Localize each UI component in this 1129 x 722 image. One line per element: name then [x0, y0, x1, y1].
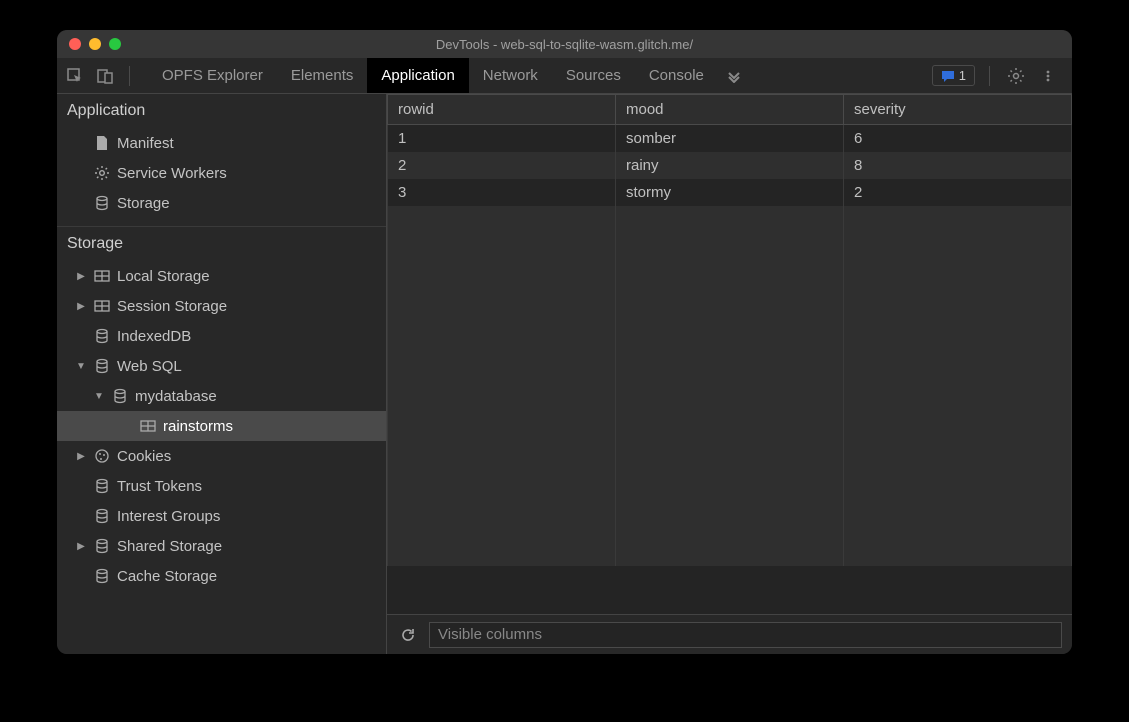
tab-sources[interactable]: Sources — [552, 58, 635, 93]
disclosure-triangle-icon[interactable]: ▶ — [75, 450, 87, 462]
message-icon — [941, 69, 955, 83]
visible-columns-input[interactable] — [429, 622, 1062, 648]
data-table: rowidmoodseverity 1somber62rainy83stormy… — [387, 94, 1072, 566]
table-cell: somber — [616, 125, 844, 153]
table-cell: 2 — [844, 179, 1072, 206]
settings-icon[interactable] — [1004, 64, 1028, 88]
inspect-element-icon[interactable] — [63, 64, 87, 88]
sidebar-item-indexeddb[interactable]: ▶IndexedDB — [57, 321, 386, 351]
table-cell: rainy — [616, 152, 844, 179]
disclosure-triangle-icon[interactable]: ▼ — [75, 360, 87, 372]
sidebar-item-shared-storage[interactable]: ▶ Shared Storage — [57, 531, 386, 561]
sidebar-item-manifest[interactable]: ▶Manifest — [57, 128, 386, 158]
cookie-icon — [93, 447, 111, 465]
table-cell: stormy — [616, 179, 844, 206]
maximize-window-button[interactable] — [109, 38, 121, 50]
file-icon — [93, 134, 111, 152]
section-header-storage: Storage — [57, 227, 386, 261]
db-icon — [111, 387, 129, 405]
sidebar-item-label: Interest Groups — [117, 508, 220, 525]
sidebar-item-label: IndexedDB — [117, 328, 191, 345]
sidebar-item-label: Cache Storage — [117, 568, 217, 585]
sidebar-item-label: Storage — [117, 195, 170, 212]
sidebar-item-label: Local Storage — [117, 268, 210, 285]
table-footer — [387, 614, 1072, 654]
tab-network[interactable]: Network — [469, 58, 552, 93]
table-row[interactable]: 2rainy8 — [388, 152, 1072, 179]
section-header-application: Application — [57, 94, 386, 128]
column-header-mood[interactable]: mood — [616, 95, 844, 125]
sidebar-item-web-sql[interactable]: ▼ Web SQL — [57, 351, 386, 381]
sidebar-item-label: Trust Tokens — [117, 478, 202, 495]
titlebar: DevTools - web-sql-to-sqlite-wasm.glitch… — [57, 30, 1072, 58]
sidebar-item-label: Web SQL — [117, 358, 182, 375]
refresh-button[interactable] — [397, 624, 419, 646]
table-icon — [93, 267, 111, 285]
tab-application[interactable]: Application — [367, 58, 468, 93]
sidebar-item-interest-groups[interactable]: ▶Interest Groups — [57, 501, 386, 531]
table-cell: 3 — [388, 179, 616, 206]
minimize-window-button[interactable] — [89, 38, 101, 50]
data-table-wrap: rowidmoodseverity 1somber62rainy83stormy… — [387, 94, 1072, 614]
disclosure-triangle-icon[interactable]: ▶ — [75, 540, 87, 552]
table-cell: 6 — [844, 125, 1072, 153]
sidebar-item-local-storage[interactable]: ▶ Local Storage — [57, 261, 386, 291]
traffic-lights — [69, 38, 121, 50]
db-icon — [93, 567, 111, 585]
table-icon — [139, 417, 157, 435]
db-icon — [93, 537, 111, 555]
toolbar-separator — [129, 66, 130, 86]
table-row[interactable]: 1somber6 — [388, 125, 1072, 153]
sidebar-item-mydatabase[interactable]: ▼ mydatabase — [57, 381, 386, 411]
table-cell: 2 — [388, 152, 616, 179]
db-icon — [93, 194, 111, 212]
table-row[interactable]: 3stormy2 — [388, 179, 1072, 206]
sidebar-item-cookies[interactable]: ▶ Cookies — [57, 441, 386, 471]
gear-icon — [93, 164, 111, 182]
close-window-button[interactable] — [69, 38, 81, 50]
table-cell: 8 — [844, 152, 1072, 179]
sidebar-item-label: Shared Storage — [117, 538, 222, 555]
disclosure-triangle-icon[interactable]: ▶ — [75, 300, 87, 312]
application-sidebar: Application▶Manifest▶Service Workers▶Sto… — [57, 94, 387, 654]
tab-elements[interactable]: Elements — [277, 58, 368, 93]
db-icon — [93, 327, 111, 345]
device-toggle-icon[interactable] — [93, 64, 117, 88]
sidebar-item-trust-tokens[interactable]: ▶Trust Tokens — [57, 471, 386, 501]
sidebar-item-label: Session Storage — [117, 298, 227, 315]
sidebar-item-label: rainstorms — [163, 418, 233, 435]
sidebar-item-session-storage[interactable]: ▶ Session Storage — [57, 291, 386, 321]
messages-count: 1 — [959, 68, 966, 83]
panel-tabs: OPFS ExplorerElementsApplicationNetworkS… — [148, 58, 718, 93]
sidebar-item-rainstorms[interactable]: ▶rainstorms — [57, 411, 386, 441]
column-header-rowid[interactable]: rowid — [388, 95, 616, 125]
sidebar-item-cache-storage[interactable]: ▶Cache Storage — [57, 561, 386, 591]
tab-console[interactable]: Console — [635, 58, 718, 93]
sidebar-item-service-workers[interactable]: ▶Service Workers — [57, 158, 386, 188]
kebab-menu-icon[interactable] — [1036, 64, 1060, 88]
column-header-severity[interactable]: severity — [844, 95, 1072, 125]
sidebar-item-label: Manifest — [117, 135, 174, 152]
window-title: DevTools - web-sql-to-sqlite-wasm.glitch… — [436, 37, 693, 52]
tab-opfs-explorer[interactable]: OPFS Explorer — [148, 58, 277, 93]
main-panel: rowidmoodseverity 1somber62rainy83stormy… — [387, 94, 1072, 654]
disclosure-triangle-icon[interactable]: ▶ — [75, 270, 87, 282]
main-toolbar: OPFS ExplorerElementsApplicationNetworkS… — [57, 58, 1072, 94]
sidebar-item-label: Service Workers — [117, 165, 227, 182]
db-icon — [93, 357, 111, 375]
table-cell: 1 — [388, 125, 616, 153]
table-icon — [93, 297, 111, 315]
devtools-window: DevTools - web-sql-to-sqlite-wasm.glitch… — [57, 30, 1072, 654]
sidebar-item-label: mydatabase — [135, 388, 217, 405]
db-icon — [93, 477, 111, 495]
sidebar-item-storage[interactable]: ▶Storage — [57, 188, 386, 218]
db-icon — [93, 507, 111, 525]
toolbar-separator — [989, 66, 990, 86]
more-tabs-icon[interactable] — [722, 64, 746, 88]
disclosure-triangle-icon[interactable]: ▼ — [93, 390, 105, 402]
messages-badge[interactable]: 1 — [932, 65, 975, 86]
sidebar-item-label: Cookies — [117, 448, 171, 465]
